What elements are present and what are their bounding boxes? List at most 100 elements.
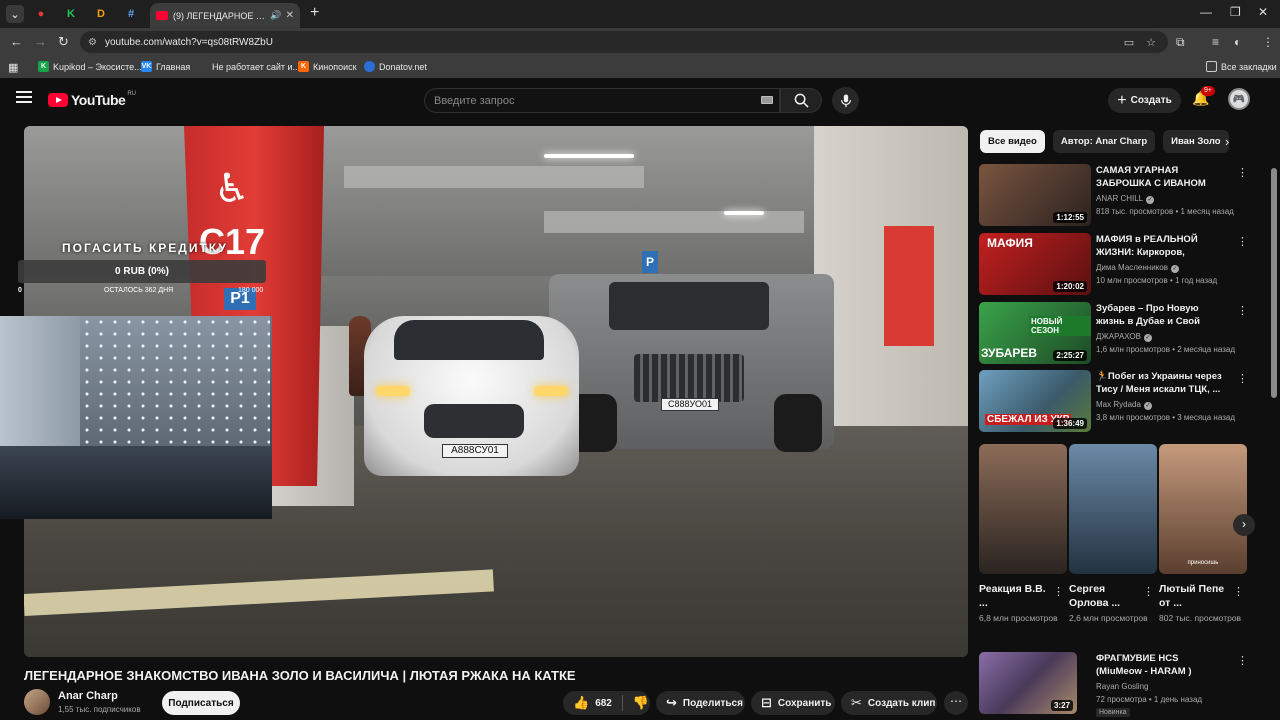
short-thumbnail[interactable] <box>979 444 1067 574</box>
back-icon[interactable]: ← <box>10 34 23 49</box>
pinned-tab-icon[interactable]: ● <box>32 5 50 23</box>
thumbnail[interactable]: МАФИЯ 1:20:02 <box>979 233 1091 295</box>
profile-icon[interactable]: ◐ <box>1234 35 1241 49</box>
chip-all-videos[interactable]: Все видео <box>980 130 1045 153</box>
dislike-icon[interactable]: 👎 <box>633 695 649 711</box>
search-input[interactable]: Введите запрос <box>424 88 780 113</box>
voice-search-button[interactable] <box>832 87 859 114</box>
pinned-tab-donation-icon[interactable]: D <box>92 5 110 23</box>
recommendation-item[interactable]: 3:27 ФРАГМУВИЕ HCS (MiuMeow - HARAM ) РО… <box>979 652 1249 717</box>
bookmark-item[interactable]: Не работает сайт и... <box>197 61 300 72</box>
more-vert-icon[interactable]: ⋮ <box>1237 372 1248 385</box>
shorts-next-icon[interactable]: › <box>1233 514 1255 536</box>
short-title[interactable]: Лютый Пепе от ... <box>1159 582 1229 610</box>
reload-icon[interactable]: ↻ <box>58 34 69 50</box>
clip-button[interactable]: ✂ Создать клип <box>841 691 937 715</box>
minimize-icon[interactable]: — <box>1200 5 1212 19</box>
omnibox[interactable]: ⚙ youtube.com/watch?v=qs08tRW8ZbU ▭ ☆ <box>80 31 1168 53</box>
create-button[interactable]: + Создать <box>1108 88 1181 113</box>
bookmark-item[interactable]: K Kupikod – Экосисте... <box>38 61 142 72</box>
thumbnail[interactable]: 1:12:55 <box>979 164 1091 226</box>
speaker-icon[interactable]: 🔊 <box>270 10 281 21</box>
more-vert-icon[interactable]: ⋮ <box>1233 585 1244 598</box>
more-vert-icon[interactable]: ⋮ <box>1143 585 1154 598</box>
chip-ivan-zolo[interactable]: Иван Золо <box>1163 130 1229 153</box>
recommendation-item[interactable]: МАФИЯ 1:20:02 МАФИЯ в РЕАЛЬНОЙ ЖИЗНИ: Ки… <box>979 233 1249 295</box>
thumbnail[interactable]: 3:27 <box>979 652 1077 714</box>
notifications-button[interactable]: 🔔 9+ <box>1192 86 1215 107</box>
tab-youtube-active[interactable]: (9) ЛЕГЕНДАРНОЕ ЗНАКОМ 🔊 ✕ <box>150 3 300 28</box>
more-actions-icon[interactable]: ⋯ <box>944 691 968 715</box>
short-thumbnail[interactable]: приносишь <box>1159 444 1247 574</box>
apps-icon[interactable]: ▦ <box>8 61 18 74</box>
microphone-icon <box>840 93 851 107</box>
like-count[interactable]: 682 <box>595 698 612 709</box>
plus-icon: + <box>1117 91 1127 109</box>
more-vert-icon[interactable]: ⋮ <box>1237 654 1248 667</box>
short-title[interactable]: Сергея Орлова ... <box>1069 582 1139 610</box>
chevron-right-icon[interactable]: › <box>1225 134 1229 149</box>
site-info-icon[interactable]: ⚙ <box>88 37 97 48</box>
rec-title[interactable]: 🏃Побег из Украины через Тису / Меня иска… <box>1096 370 1226 396</box>
forward-icon[interactable]: → <box>34 34 47 49</box>
more-vert-icon[interactable]: ⋮ <box>1237 304 1248 317</box>
url-text[interactable]: youtube.com/watch?v=qs08tRW8ZbU <box>105 37 1124 48</box>
bookmark-item[interactable]: VK Главная <box>141 61 190 72</box>
keyboard-icon[interactable] <box>761 96 773 104</box>
short-item[interactable]: Реакция В.В. ... 6,8 млн просмотров ⋮ <box>979 444 1067 624</box>
window-close-icon[interactable]: ✕ <box>1258 5 1268 19</box>
scissors-icon: ✂ <box>851 695 862 710</box>
short-item[interactable]: Сергея Орлова ... 2,6 млн просмотров ⋮ <box>1069 444 1157 624</box>
recommendation-item[interactable]: 1:12:55 САМАЯ УГАРНАЯ ЗАБРОШКА С ИВАНОМ … <box>979 164 1249 226</box>
rec-channel[interactable]: ДЖАРАХОВ ✓ <box>1096 332 1152 342</box>
account-avatar[interactable]: 🎮 <box>1228 88 1250 110</box>
thumbnail[interactable]: НОВЫЙ СЕЗОН ЗУБАРЕВ 2:25:27 <box>979 302 1091 364</box>
rec-channel[interactable]: Max Rydada ✓ <box>1096 400 1152 410</box>
recommendation-item[interactable]: НОВЫЙ СЕЗОН ЗУБАРЕВ 2:25:27 Зубарев – Пр… <box>979 302 1249 364</box>
all-bookmarks[interactable]: Все закладки <box>1206 61 1277 72</box>
parking-sign-p: P <box>642 251 658 273</box>
rec-channel[interactable]: Дима Масленников ✓ <box>1096 263 1179 273</box>
youtube-logo[interactable]: YouTube RU <box>48 91 136 108</box>
webcam-overlay <box>0 316 272 519</box>
short-item[interactable]: приносишь Лютый Пепе от ... 802 тыс. про… <box>1159 444 1247 624</box>
channel-name[interactable]: Anar Charp <box>58 690 118 702</box>
save-icon: ⊟ <box>761 695 772 710</box>
more-vert-icon[interactable]: ⋮ <box>1237 166 1248 179</box>
page-scrollbar[interactable] <box>1271 168 1277 398</box>
share-button[interactable]: ↪ Поделиться <box>656 691 745 715</box>
search-button[interactable] <box>780 88 822 113</box>
reading-list-icon[interactable]: ≡ <box>1212 35 1219 49</box>
browser-menu-icon[interactable]: ⋮ <box>1262 35 1274 49</box>
more-vert-icon[interactable]: ⋮ <box>1237 235 1248 248</box>
short-title[interactable]: Реакция В.В. ... <box>979 582 1049 610</box>
short-thumbnail[interactable] <box>1069 444 1157 574</box>
rec-title[interactable]: Зубарев – Про Новую жизнь в Дубае и Свой… <box>1096 302 1226 330</box>
pinned-tab-kupikod-icon[interactable]: K <box>62 5 80 23</box>
rec-title[interactable]: ФРАГМУВИЕ HCS (MiuMeow - HARAM ) РОЗЫГРЫ… <box>1096 652 1226 680</box>
recommendation-item[interactable]: СБЕЖАЛ ИЗ УКР 1:36:49 🏃Побег из Украины … <box>979 370 1249 432</box>
tab-close-icon[interactable]: ✕ <box>286 10 294 21</box>
pinned-tab-hash-icon[interactable]: # <box>122 5 140 23</box>
thumbnail[interactable]: СБЕЖАЛ ИЗ УКР 1:36:49 <box>979 370 1091 432</box>
menu-icon[interactable] <box>16 91 32 103</box>
extensions-icon[interactable]: ⧉ <box>1176 35 1185 50</box>
rec-title[interactable]: САМАЯ УГАРНАЯ ЗАБРОШКА С ИВАНОМ ЗОЛО | Б… <box>1096 164 1226 192</box>
chip-author[interactable]: Автор: Anar Charp <box>1052 130 1156 153</box>
bookmark-item[interactable]: Donatov.net <box>364 61 427 72</box>
subscribe-button[interactable]: Подписаться <box>162 691 240 715</box>
more-vert-icon[interactable]: ⋮ <box>1053 585 1064 598</box>
new-tab-button[interactable]: + <box>310 4 319 22</box>
tab-search-icon[interactable]: ⌄ <box>6 5 24 23</box>
rec-channel[interactable]: ANAR CHILL ✓ <box>1096 194 1155 204</box>
rec-title[interactable]: МАФИЯ в РЕАЛЬНОЙ ЖИЗНИ: Киркоров, Маслен… <box>1096 233 1226 261</box>
channel-avatar[interactable] <box>24 689 50 715</box>
bookmark-item[interactable]: K Кинопоиск <box>298 61 357 72</box>
like-icon[interactable]: 👍 <box>573 695 589 711</box>
browser-tab-bar: ⌄ ● K D # (9) ЛЕГЕНДАРНОЕ ЗНАКОМ 🔊 ✕ + —… <box>0 0 1280 28</box>
cast-icon[interactable]: ▭ <box>1124 36 1134 49</box>
rec-channel[interactable]: Rayan Gosling <box>1096 682 1148 691</box>
bookmark-star-icon[interactable]: ☆ <box>1146 36 1156 49</box>
restore-icon[interactable]: ❐ <box>1230 5 1241 19</box>
save-button[interactable]: ⊟ Сохранить <box>751 691 835 715</box>
